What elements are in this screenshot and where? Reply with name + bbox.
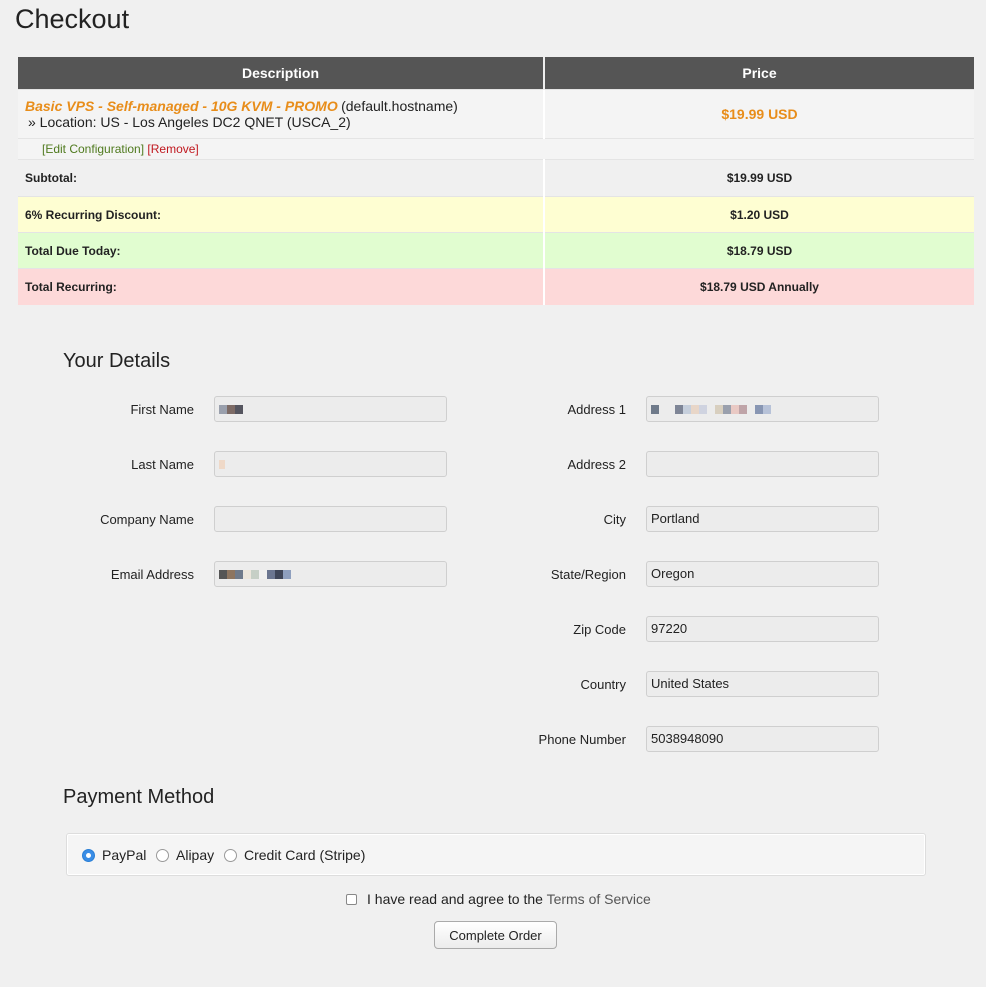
company-name-label: Company Name <box>100 512 194 527</box>
your-details-heading: Your Details <box>63 350 171 372</box>
city-field[interactable]: Portland <box>646 506 879 532</box>
first-name-label: First Name <box>130 402 194 417</box>
city-label: City <box>603 512 626 527</box>
total-due-label: Total Due Today: <box>18 232 544 269</box>
total-due-value: $18.79 USD <box>543 232 974 269</box>
remove-item-link[interactable]: [Remove] <box>147 142 198 156</box>
discount-value: $1.20 USD <box>543 196 974 233</box>
phone-number-label: Phone Number <box>538 732 626 747</box>
paypal-radio[interactable] <box>82 849 95 862</box>
email-address-field[interactable] <box>214 561 447 587</box>
tos-text: I have read and agree to the <box>367 891 543 907</box>
description-header: Description <box>18 57 545 90</box>
subtotal-row: Subtotal: $19.99 USD <box>18 159 974 197</box>
state-region-label: State/Region <box>550 567 626 582</box>
edit-configuration-link[interactable]: [Edit Configuration] <box>42 142 144 156</box>
total-recurring-value: $18.79 USD Annually <box>543 268 974 305</box>
credit-card-radio[interactable] <box>224 849 237 862</box>
subtotal-label: Subtotal: <box>18 159 544 197</box>
email-address-label: Email Address <box>110 567 194 582</box>
country-select[interactable]: United States <box>646 671 879 697</box>
first-name-field[interactable] <box>214 396 447 422</box>
last-name-label: Last Name <box>131 457 194 472</box>
phone-number-field[interactable]: 5038948090 <box>646 726 879 752</box>
complete-order-button[interactable]: Complete Order <box>434 921 557 949</box>
product-price: $19.99 USD <box>543 89 974 139</box>
company-name-field[interactable] <box>214 506 447 532</box>
alipay-radio[interactable] <box>156 849 169 862</box>
cart-item-description: Basic VPS - Self-managed - 10G KVM - PRO… <box>18 89 544 139</box>
state-region-field[interactable]: Oregon <box>646 561 879 587</box>
cart-item-row: Basic VPS - Self-managed - 10G KVM - PRO… <box>18 89 974 139</box>
tos-agreement: I have read and agree to the Terms of Se… <box>367 891 651 907</box>
product-hostname: (default.hostname) <box>341 98 458 114</box>
paypal-label[interactable]: PayPal <box>102 847 146 863</box>
discount-label: 6% Recurring Discount: <box>18 196 544 233</box>
total-recurring-label: Total Recurring: <box>18 268 544 305</box>
cart-table: Description Price Basic VPS - Self-manag… <box>18 57 974 305</box>
address-1-label: Address 1 <box>567 402 626 417</box>
product-location: » Location: US - Los Angeles DC2 QNET (U… <box>28 114 351 130</box>
cart-header-row: Description Price <box>18 57 974 90</box>
zip-code-label: Zip Code <box>573 622 626 637</box>
terms-of-service-link[interactable]: Terms of Service <box>547 891 651 907</box>
cart-item-actions: [Edit Configuration] [Remove] <box>18 138 974 160</box>
zip-code-field[interactable]: 97220 <box>646 616 879 642</box>
address-2-label: Address 2 <box>567 457 626 472</box>
total-due-row: Total Due Today: $18.79 USD <box>18 232 974 269</box>
tos-checkbox[interactable] <box>346 894 357 905</box>
payment-method-box: PayPal Alipay Credit Card (Stripe) <box>66 833 926 876</box>
price-header: Price <box>544 57 974 90</box>
credit-card-label[interactable]: Credit Card (Stripe) <box>244 847 365 863</box>
subtotal-value: $19.99 USD <box>543 159 974 197</box>
product-name: Basic VPS - Self-managed - 10G KVM - PRO… <box>25 98 338 114</box>
discount-row: 6% Recurring Discount: $1.20 USD <box>18 196 974 233</box>
address-2-field[interactable] <box>646 451 879 477</box>
page-title: Checkout <box>15 4 130 34</box>
alipay-label[interactable]: Alipay <box>176 847 214 863</box>
total-recurring-row: Total Recurring: $18.79 USD Annually <box>18 268 974 305</box>
address-1-field[interactable] <box>646 396 879 422</box>
payment-method-heading: Payment Method <box>63 786 215 808</box>
last-name-field[interactable] <box>214 451 447 477</box>
country-label: Country <box>580 677 626 692</box>
